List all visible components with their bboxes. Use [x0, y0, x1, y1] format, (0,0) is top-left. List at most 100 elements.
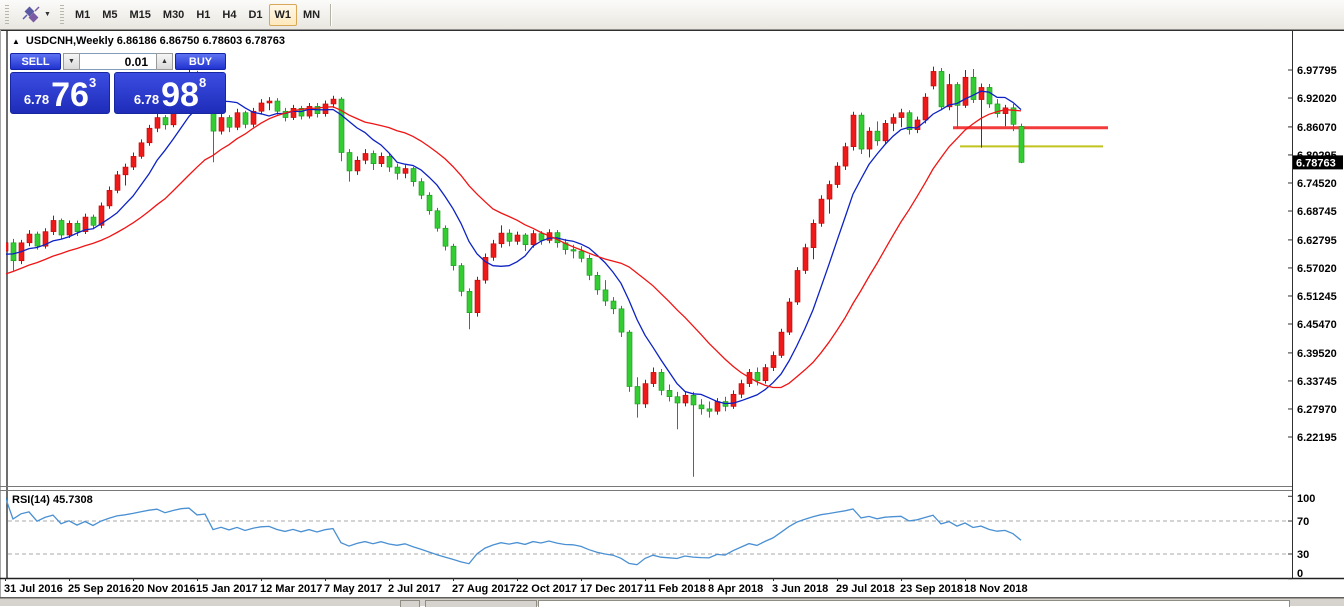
volume-stepper: ▼ 0.01 ▲ [63, 53, 173, 70]
chart-title-row: ▲ USDCNH,Weekly 6.86186 6.86750 6.78603 … [12, 34, 285, 48]
candle-body [739, 384, 744, 395]
candle-body [227, 118, 232, 128]
candle-body [91, 217, 96, 225]
current-price-badge-text: 6.78763 [1296, 157, 1336, 169]
candle-body [1019, 126, 1024, 162]
x-axis-label: 18 Nov 2018 [964, 583, 1028, 595]
candle-body [379, 156, 384, 163]
candle-body [827, 185, 832, 200]
candle-body [339, 99, 344, 152]
candle-body [835, 166, 840, 184]
candle-body [699, 405, 704, 409]
candle-body [731, 394, 736, 406]
volume-input[interactable]: 0.01 [80, 53, 156, 70]
candle-body [387, 156, 392, 167]
candle-body [643, 384, 648, 404]
candle-body [395, 167, 400, 173]
buy-button[interactable]: BUY [175, 53, 226, 70]
candle-body [979, 87, 984, 99]
timeframe-button-m5[interactable]: M5 [96, 4, 123, 26]
objects-tool-icon[interactable] [18, 4, 44, 26]
x-axis-label: 27 Aug 2017 [452, 583, 516, 595]
candle-body [435, 211, 440, 228]
candle-body [523, 235, 528, 245]
candle-body [883, 123, 888, 140]
candle-body [443, 228, 448, 246]
candle-body [595, 275, 600, 290]
candle-body [795, 270, 800, 302]
y-axis-label: 6.22195 [1297, 432, 1337, 444]
y-axis-label: 6.62795 [1297, 235, 1337, 247]
candle-body [579, 251, 584, 258]
toolbar-grip[interactable] [5, 5, 9, 25]
toolbar-grip-2[interactable] [60, 5, 64, 25]
x-axis-label: 25 Sep 2016 [68, 583, 131, 595]
candle-body [539, 234, 544, 241]
candle-body [619, 309, 624, 332]
candle-body [107, 190, 112, 206]
y-axis-label: 6.27970 [1297, 404, 1337, 416]
timeframe-button-h4[interactable]: H4 [216, 4, 242, 26]
candle-body [331, 99, 336, 104]
volume-up-button[interactable]: ▲ [156, 53, 173, 70]
candle-body [931, 71, 936, 86]
candle-body [851, 115, 856, 147]
y-axis-label: 6.68745 [1297, 206, 1337, 218]
sell-price-display[interactable]: 6.78 76 3 [10, 72, 110, 114]
tool-dropdown-caret[interactable]: ▼ [44, 11, 51, 18]
x-axis-label: 20 Nov 2016 [132, 583, 196, 595]
candle-body [3, 243, 8, 251]
volume-down-button[interactable]: ▼ [63, 53, 80, 70]
candle-body [11, 243, 16, 261]
candle-body [843, 147, 848, 166]
rsi-axis-label: 30 [1297, 549, 1309, 561]
sell-price-big: 76 [51, 80, 89, 110]
candle-body [627, 332, 632, 386]
x-axis-label: 3 Jun 2018 [772, 583, 828, 595]
x-axis-label: 23 Sep 2018 [900, 583, 963, 595]
buy-price-sup: 8 [199, 75, 206, 90]
chart-window[interactable]: RSI(14) 45.73086.977956.920206.860706.80… [0, 30, 1344, 598]
timeframe-button-w1[interactable]: W1 [269, 4, 298, 26]
candle-body [899, 113, 904, 118]
x-axis-label: 2 Jul 2017 [388, 583, 441, 595]
candle-body [859, 115, 864, 149]
rsi-axis-label: 100 [1297, 493, 1315, 505]
x-axis-label: 22 Oct 2017 [516, 583, 577, 595]
candle-body [787, 302, 792, 332]
candle-body [675, 397, 680, 403]
chart-title: USDCNH,Weekly 6.86186 6.86750 6.78603 6.… [26, 35, 285, 47]
candle-body [771, 355, 776, 367]
x-axis-label: 12 Mar 2017 [260, 583, 322, 595]
timeframe-button-d1[interactable]: D1 [242, 4, 268, 26]
candle-body [411, 169, 416, 182]
y-axis-label: 6.39520 [1297, 348, 1337, 360]
candle-body [763, 368, 768, 381]
sell-button[interactable]: SELL [10, 53, 61, 70]
timeframe-button-h1[interactable]: H1 [190, 4, 216, 26]
x-axis-label: 8 Apr 2018 [708, 583, 763, 595]
x-axis-label: 7 May 2017 [324, 583, 382, 595]
candle-body [867, 131, 872, 149]
y-axis-label: 6.97795 [1297, 65, 1337, 77]
candle-body [819, 199, 824, 223]
candle-body [371, 153, 376, 163]
candle-body [515, 235, 520, 241]
timeframe-button-m1[interactable]: M1 [69, 4, 96, 26]
chart-up-triangle-icon: ▲ [12, 37, 20, 46]
candle-body [275, 101, 280, 111]
timeframe-button-m15[interactable]: M15 [124, 4, 157, 26]
x-axis-label: 31 Jul 2016 [4, 583, 63, 595]
buy-price-display[interactable]: 6.78 98 8 [114, 72, 226, 114]
candle-body [691, 395, 696, 405]
candle-body [1003, 108, 1008, 114]
candle-body [635, 386, 640, 403]
timeframe-button-m30[interactable]: M30 [157, 4, 190, 26]
candle-body [531, 234, 536, 245]
candle-body [355, 160, 360, 171]
timeframe-button-mn[interactable]: MN [297, 4, 326, 26]
candle-body [683, 395, 688, 403]
candle-body [651, 372, 656, 383]
candle-body [59, 220, 64, 235]
one-click-trade-panel: SELL ▼ 0.01 ▲ BUY 6.78 76 3 6.78 98 8 [10, 53, 226, 145]
